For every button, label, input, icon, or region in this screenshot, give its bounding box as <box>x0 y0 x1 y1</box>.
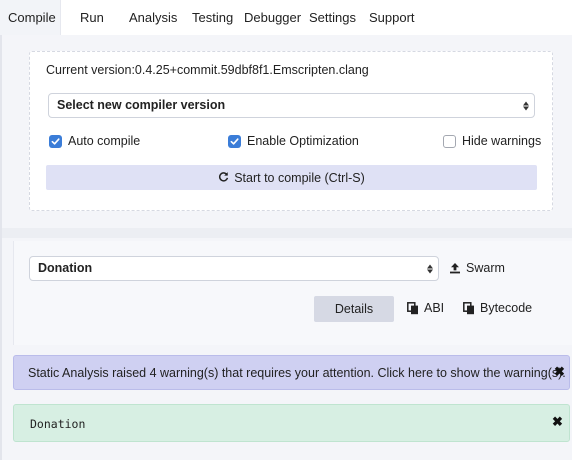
auto-compile-label: Auto compile <box>68 134 141 148</box>
copy-abi-button[interactable]: ABI <box>407 300 444 316</box>
tab-settings[interactable]: Settings <box>309 0 356 35</box>
swarm-button[interactable]: Swarm <box>449 260 505 276</box>
enable-optimization-label: Enable Optimization <box>247 134 359 148</box>
close-warning-icon[interactable]: ✖ <box>554 365 565 378</box>
checkbox-checked-icon <box>228 134 241 148</box>
swarm-label: Swarm <box>466 261 505 275</box>
copy-icon <box>463 301 474 314</box>
details-label: Details <box>334 302 374 316</box>
compiled-contract-name: Donation <box>30 417 86 431</box>
tab-debugger[interactable]: Debugger <box>244 0 301 35</box>
start-compile-label: Start to compile (Ctrl-S) <box>234 170 365 185</box>
auto-compile-checkbox[interactable]: Auto compile <box>49 133 140 149</box>
tab-support[interactable]: Support <box>369 0 415 35</box>
panel-divider <box>0 35 2 460</box>
checkbox-unchecked-icon <box>443 134 456 148</box>
refresh-icon <box>218 171 229 185</box>
contract-select-label: Donation <box>38 261 93 275</box>
compilation-success-alert: Donation <box>13 404 570 442</box>
tab-testing[interactable]: Testing <box>192 0 233 35</box>
copy-icon <box>407 301 418 314</box>
select-arrows-icon <box>523 101 529 110</box>
warning-message: Static Analysis raised 4 warning(s) that… <box>28 366 566 380</box>
enable-optimization-checkbox[interactable]: Enable Optimization <box>228 133 359 149</box>
close-success-icon[interactable]: ✖ <box>552 415 563 428</box>
tab-analysis[interactable]: Analysis <box>129 0 177 35</box>
compiler-version-select[interactable]: Select new compiler version <box>48 93 535 118</box>
abi-label: ABI <box>424 301 445 315</box>
contract-select[interactable]: Donation <box>29 256 439 281</box>
section-separator <box>2 228 572 238</box>
select-arrows-icon <box>427 264 433 273</box>
compiler-version-select-label: Select new compiler version <box>57 98 226 112</box>
checkbox-checked-icon <box>49 134 62 148</box>
details-button[interactable]: Details <box>314 296 394 322</box>
bytecode-label: Bytecode <box>480 301 533 315</box>
static-analysis-warning[interactable]: Static Analysis raised 4 warning(s) that… <box>13 355 570 390</box>
copy-bytecode-button[interactable]: Bytecode <box>463 300 532 316</box>
hide-warnings-label: Hide warnings <box>462 134 542 148</box>
start-compile-button[interactable]: Start to compile (Ctrl-S) <box>46 165 537 190</box>
hide-warnings-checkbox[interactable]: Hide warnings <box>443 133 541 149</box>
current-version-text: Current version:0.4.25+commit.59dbf8f1.E… <box>46 63 369 77</box>
tab-compile[interactable]: Compile <box>0 0 61 35</box>
upload-icon <box>450 263 460 274</box>
tab-run[interactable]: Run <box>80 0 104 35</box>
tab-bar: Compile Run Analysis Testing Debugger Se… <box>0 0 572 35</box>
